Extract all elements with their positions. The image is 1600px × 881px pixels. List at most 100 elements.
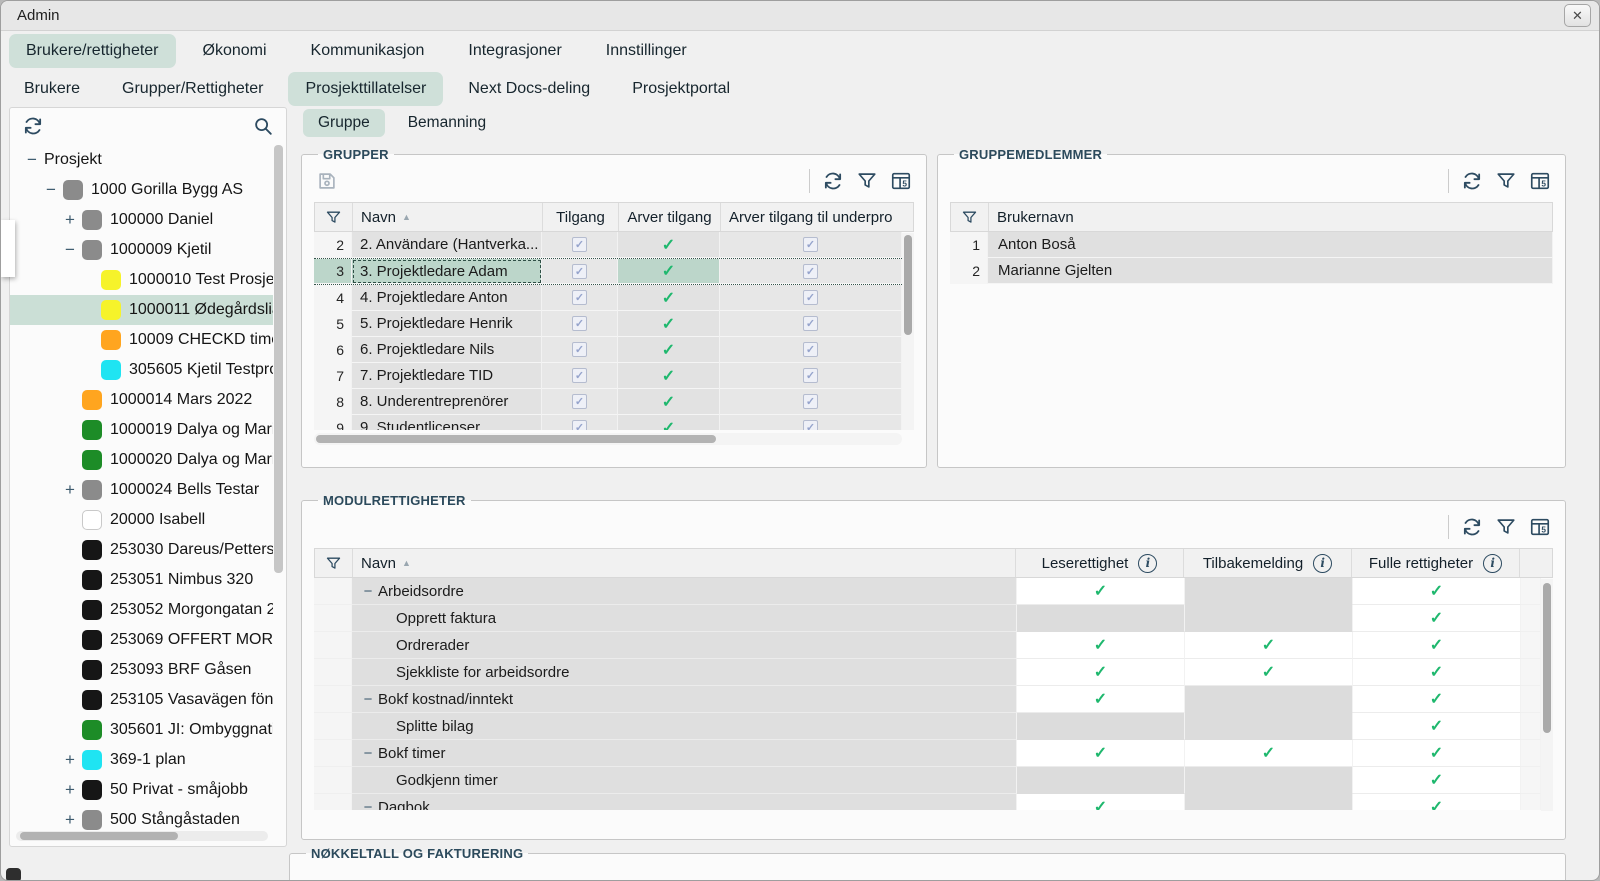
grupper-horizontal-scrollbar[interactable] <box>314 433 902 445</box>
tilbakemelding-cell[interactable] <box>1185 767 1353 794</box>
tilbakemelding-cell[interactable] <box>1185 686 1353 713</box>
group-row[interactable]: 5 5. Projektledare Henrik ✓ ✓ ✓ <box>314 311 902 337</box>
expand-icon[interactable]: + <box>58 780 82 800</box>
group-row[interactable]: 3 3. Projektledare Adam ✓ ✓ ✓ <box>314 258 902 285</box>
tilbakemelding-cell[interactable] <box>1185 713 1353 740</box>
tab-kommunikasjon[interactable]: Kommunikasjon <box>294 34 442 68</box>
grupper-vertical-scrollbar[interactable] <box>902 233 914 430</box>
column-header-arver-underprosjekt[interactable]: Arver tilgang til underpro <box>721 203 913 231</box>
fulle-rettigheter-cell[interactable]: ✓ <box>1353 578 1521 605</box>
module-row[interactable]: Opprett faktura ✓ <box>314 605 1541 632</box>
refresh-icon[interactable] <box>822 170 844 192</box>
column-header-navn[interactable]: Navn ▲ <box>353 203 543 231</box>
module-row[interactable]: − Bokf kostnad/inntekt ✓ ✓ <box>314 686 1541 713</box>
module-row[interactable]: − Dagbok ✓ ✓ <box>314 794 1541 810</box>
collapse-icon[interactable]: − <box>358 745 378 762</box>
tab--konomi[interactable]: Økonomi <box>186 34 284 68</box>
tree-item[interactable]: 20000 Isabell <box>10 505 273 535</box>
checkbox-checked[interactable]: ✓ <box>803 368 818 383</box>
checkbox-checked[interactable]: ✓ <box>572 394 587 409</box>
tilbakemelding-cell[interactable] <box>1185 605 1353 632</box>
checkbox-checked[interactable]: ✓ <box>572 368 587 383</box>
leserettighet-cell[interactable] <box>1017 767 1185 794</box>
checkbox-checked[interactable]: ✓ <box>572 420 587 430</box>
leserettighet-cell[interactable]: ✓ <box>1017 686 1185 713</box>
collapse-icon[interactable]: − <box>58 240 82 260</box>
column-header-navn[interactable]: Navn ▲ <box>353 549 1016 577</box>
tree-item[interactable]: 253093 BRF Gåsen <box>10 655 273 685</box>
tree-item[interactable]: 253069 OFFERT MORGONG <box>10 625 273 655</box>
filter-icon[interactable] <box>1495 170 1517 192</box>
collapse-icon[interactable]: − <box>358 691 378 708</box>
collapse-icon[interactable]: − <box>358 799 378 811</box>
tree-item[interactable]: 305605 Kjetil Testprosjekt <box>10 355 273 385</box>
column-chooser-icon[interactable]: 5 <box>1529 516 1551 538</box>
tree-item[interactable]: − 1000009 Kjetil <box>10 235 273 265</box>
module-row[interactable]: Ordrerader ✓ ✓ ✓ <box>314 632 1541 659</box>
tree-item[interactable]: 1000020 Dalya og Marianne <box>10 445 273 475</box>
leserettighet-cell[interactable]: ✓ <box>1017 659 1185 686</box>
fulle-rettigheter-cell[interactable]: ✓ <box>1353 713 1521 740</box>
checkbox-checked[interactable]: ✓ <box>803 263 818 279</box>
leserettighet-cell[interactable]: ✓ <box>1017 578 1185 605</box>
leserettighet-cell[interactable]: ✓ <box>1017 794 1185 810</box>
info-icon[interactable]: i <box>1483 553 1503 573</box>
tab-integrasjoner[interactable]: Integrasjoner <box>451 34 578 68</box>
tree-item[interactable]: − Prosjekt <box>10 145 273 175</box>
checkbox-checked[interactable]: ✓ <box>803 420 818 430</box>
module-row[interactable]: Godkjenn timer ✓ <box>314 767 1541 794</box>
filter-row-icon[interactable] <box>315 549 353 577</box>
collapse-icon[interactable]: − <box>358 583 378 600</box>
module-row[interactable]: − Arbeidsordre ✓ ✓ <box>314 578 1541 605</box>
group-row[interactable]: 9 9. Studentlicenser ✓ ✓ ✓ <box>314 415 902 430</box>
member-row[interactable]: 1 Anton Boså <box>950 232 1553 258</box>
group-row[interactable]: 4 4. Projektledare Anton ✓ ✓ ✓ <box>314 285 902 311</box>
subtab-prosjektportal[interactable]: Prosjektportal <box>615 72 747 106</box>
checkbox-checked[interactable]: ✓ <box>803 394 818 409</box>
leserettighet-cell[interactable]: ✓ <box>1017 740 1185 767</box>
checkbox-checked[interactable]: ✓ <box>803 342 818 357</box>
collapse-icon[interactable]: − <box>20 150 44 170</box>
search-icon[interactable] <box>252 115 274 137</box>
group-row[interactable]: 2 2. Användare (Hantverka... ✓ ✓ ✓ <box>314 232 902 258</box>
expand-icon[interactable]: + <box>58 480 82 500</box>
modulrettigheter-vertical-scrollbar[interactable] <box>1541 579 1553 811</box>
fulle-rettigheter-cell[interactable]: ✓ <box>1353 686 1521 713</box>
tree-item[interactable]: +369-1 plan <box>10 745 273 775</box>
checkbox-checked[interactable]: ✓ <box>803 316 818 331</box>
group-row[interactable]: 7 7. Projektledare TID ✓ ✓ ✓ <box>314 363 902 389</box>
fulle-rettigheter-cell[interactable]: ✓ <box>1353 659 1521 686</box>
subtab-brukere[interactable]: Brukere <box>7 72 97 106</box>
tilbakemelding-cell[interactable]: ✓ <box>1185 632 1353 659</box>
refresh-icon[interactable] <box>1461 516 1483 538</box>
tree-item[interactable]: 1000010 Test Prosjekt <box>10 265 273 295</box>
expand-icon[interactable]: + <box>58 210 82 230</box>
tilbakemelding-cell[interactable]: ✓ <box>1185 659 1353 686</box>
member-row[interactable]: 2 Marianne Gjelten <box>950 258 1553 284</box>
column-header-fulle-rettigheter[interactable]: Fulle rettigheter i <box>1352 549 1520 577</box>
fulle-rettigheter-cell[interactable]: ✓ <box>1353 605 1521 632</box>
group-row[interactable]: 6 6. Projektledare Nils ✓ ✓ ✓ <box>314 337 902 363</box>
tree-item[interactable]: +50 Privat - småjobb <box>10 775 273 805</box>
column-header-arver-tilgang[interactable]: Arver tilgang <box>619 203 721 231</box>
checkbox-checked[interactable]: ✓ <box>572 237 587 252</box>
checkbox-checked[interactable]: ✓ <box>803 237 818 252</box>
module-row[interactable]: Splitte bilag ✓ <box>314 713 1541 740</box>
column-header-tilbakemelding[interactable]: Tilbakemelding i <box>1184 549 1352 577</box>
refresh-icon[interactable] <box>22 115 44 137</box>
column-header-leserettighet[interactable]: Leserettighet i <box>1016 549 1184 577</box>
tilbakemelding-cell[interactable] <box>1185 578 1353 605</box>
checkbox-checked[interactable]: ✓ <box>572 316 587 331</box>
fulle-rettigheter-cell[interactable]: ✓ <box>1353 767 1521 794</box>
tab-innstillinger[interactable]: Innstillinger <box>589 34 704 68</box>
refresh-icon[interactable] <box>1461 170 1483 192</box>
subtab-next-docs-deling[interactable]: Next Docs-deling <box>451 72 607 106</box>
info-icon[interactable]: i <box>1313 553 1333 573</box>
fulle-rettigheter-cell[interactable]: ✓ <box>1353 794 1521 810</box>
fulle-rettigheter-cell[interactable]: ✓ <box>1353 740 1521 767</box>
checkbox-checked[interactable]: ✓ <box>572 263 587 279</box>
column-header-brukernavn[interactable]: Brukernavn <box>989 203 1552 231</box>
tree-item[interactable]: 1000011 Ødegårdslia 4 <box>10 295 273 325</box>
tree-item[interactable]: +1000024 Bells Testar <box>10 475 273 505</box>
tree-item[interactable]: 1000014 Mars 2022 <box>10 385 273 415</box>
